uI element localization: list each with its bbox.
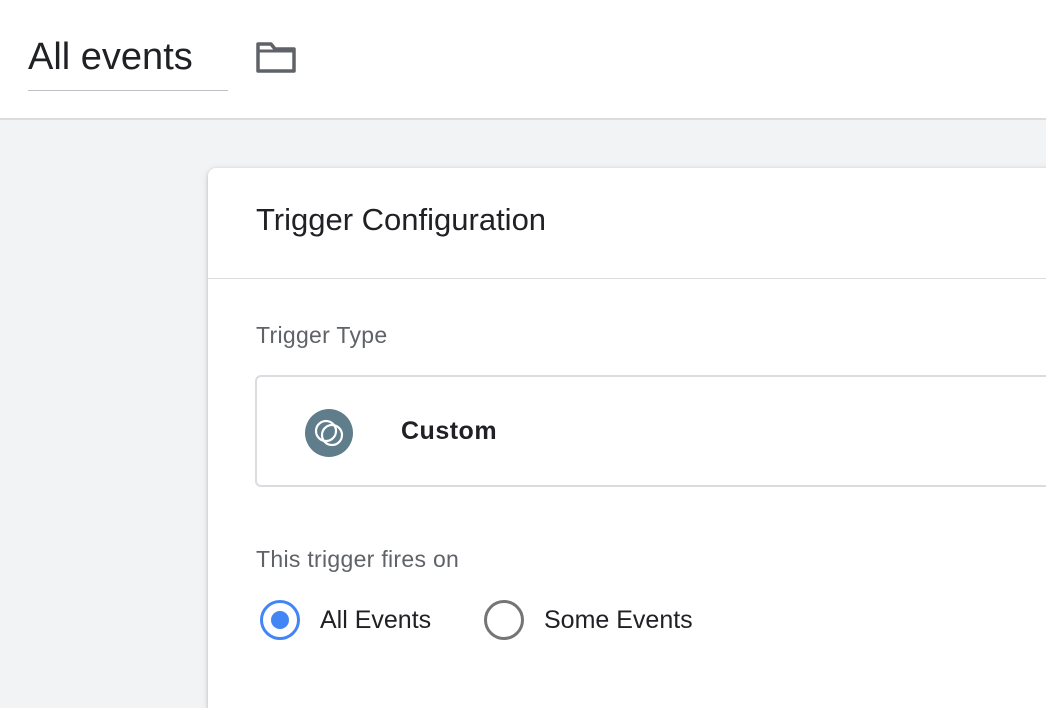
custom-event-icon (305, 409, 353, 457)
radio-label-some-events: Some Events (544, 606, 693, 634)
trigger-name-field[interactable]: All events (28, 30, 228, 91)
radio-button-checked[interactable] (260, 600, 300, 640)
trigger-type-label: Trigger Type (256, 322, 388, 348)
trigger-name-text[interactable]: All events (28, 34, 193, 80)
card-header: Trigger Configuration (208, 168, 1046, 279)
top-bar: All events (0, 0, 1046, 120)
folder-button[interactable] (250, 34, 302, 80)
folder-icon (256, 42, 296, 73)
fires-on-label: This trigger fires on (256, 546, 460, 572)
trigger-type-selector[interactable]: Custom (255, 375, 1046, 487)
trigger-configuration-card: Trigger Configuration Trigger Type Custo… (208, 168, 1046, 708)
card-title: Trigger Configuration (256, 202, 547, 237)
radio-button-unchecked[interactable] (484, 600, 524, 640)
radio-label-all-events: All Events (320, 606, 432, 634)
radio-all-events[interactable]: All Events (260, 598, 431, 642)
radio-some-events[interactable]: Some Events (484, 598, 693, 642)
trigger-type-name: Custom (401, 417, 498, 445)
